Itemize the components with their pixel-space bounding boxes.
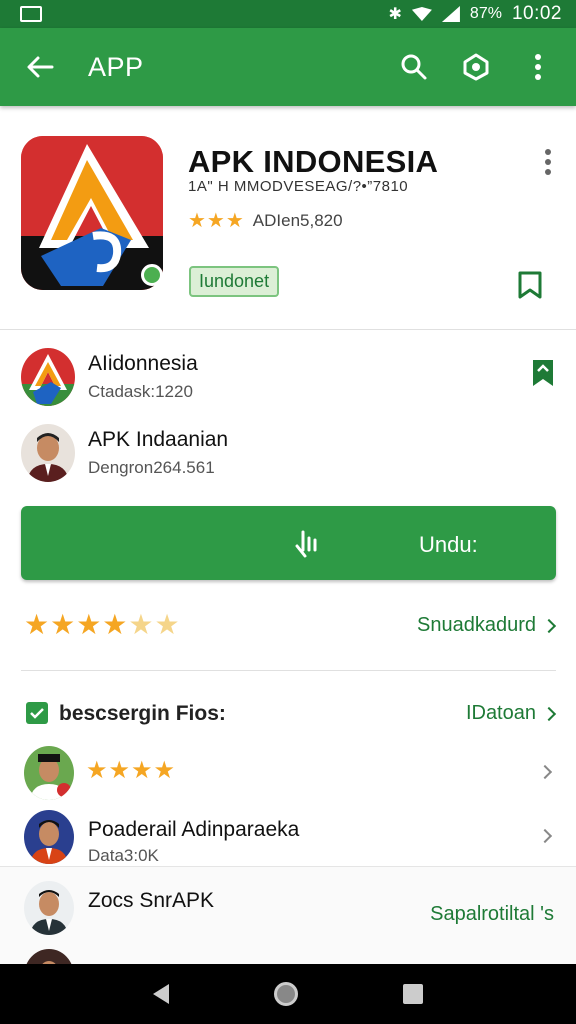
- nav-home-icon[interactable]: [273, 982, 298, 1006]
- app-name: APK INDONESIA: [188, 144, 439, 179]
- chevron-right-icon: [541, 706, 557, 721]
- chevron-right-icon: [541, 618, 557, 633]
- clock: 10:02: [511, 3, 562, 24]
- bookmark-icon: [518, 271, 542, 299]
- download-button[interactable]: Undu:: [21, 506, 556, 580]
- arrow-back-icon: [27, 56, 54, 78]
- bluetooth-icon: ✱: [388, 6, 402, 23]
- developer-row[interactable]: APK Indaanian Dengron264.561: [0, 416, 576, 492]
- reviewer-name: Zocs SnrAPK: [88, 889, 215, 912]
- overflow-menu-button[interactable]: [518, 47, 558, 87]
- header-more-button[interactable]: [534, 146, 562, 178]
- check-icon: [26, 702, 48, 724]
- bottom-card: Zocs SnrAPK Sapalrotiltal 's: [0, 866, 576, 1003]
- online-indicator: [141, 264, 163, 286]
- app-subtitle: 1A" H MMODVESEAG/?•”7810: [188, 178, 409, 195]
- review-stars: ★★★★: [86, 757, 177, 784]
- download-label: Undu:: [419, 532, 478, 557]
- app-rating: ★★★ ADIen5,820: [188, 208, 343, 233]
- app-bar-title: APP: [88, 51, 144, 82]
- status-bar: ✱ 87% 10:02: [0, 0, 576, 28]
- ratings-link[interactable]: Snuadkadurd: [417, 614, 557, 637]
- extension-icon: [463, 53, 489, 81]
- developer-logo: [21, 348, 75, 406]
- more-vert-icon: [545, 149, 551, 175]
- developer-avatar: [21, 424, 75, 482]
- bookmark-button[interactable]: [514, 268, 546, 302]
- nav-back-icon[interactable]: [152, 984, 169, 1004]
- review-item[interactable]: Zocs SnrAPK Sapalrotiltal 's: [0, 877, 576, 945]
- touch-icon: [295, 530, 317, 558]
- review-item[interactable]: ★★★★: [0, 742, 576, 810]
- divider: [21, 670, 556, 671]
- back-button[interactable]: [22, 49, 58, 85]
- badge-icon: [530, 358, 556, 388]
- rating-stars: ★★★: [188, 210, 245, 232]
- developer-name: APK Indaanian: [88, 428, 229, 451]
- reviews-title: bescsergin Fios:: [59, 702, 226, 725]
- reviews-see-all-link[interactable]: IDatoan: [466, 702, 557, 725]
- search-button[interactable]: [394, 47, 434, 87]
- reviewer-avatar: [24, 881, 74, 935]
- reviews-header: bescsergin Fios: IDatoan: [0, 690, 576, 738]
- rating-text: ADIen5,820: [252, 210, 343, 230]
- review-item[interactable]: Poaderail Adinparaeka Data3:0K: [0, 806, 576, 874]
- more-vert-icon: [535, 54, 541, 80]
- rating-summary: ★★★★★★ Snuadkadurd: [0, 600, 576, 660]
- wifi-icon: [411, 7, 432, 21]
- app-header: APK INDONESIA 1A" H MMODVESEAG/?•”7810 ★…: [0, 106, 576, 330]
- app-bar: APP: [0, 28, 576, 106]
- developer-subtitle: Ctadask:1220: [88, 382, 193, 401]
- rating-stars-large: ★★★★★★: [24, 609, 181, 640]
- reviewer-name: Poaderail Adinparaeka: [88, 818, 300, 841]
- extension-button[interactable]: [456, 47, 496, 87]
- reviewer-subtitle: Data3:0K: [88, 846, 159, 865]
- search-icon: [401, 54, 427, 80]
- app-logo-icon: [21, 136, 163, 290]
- notification-icon: [20, 6, 42, 22]
- reviewer-avatar: [24, 746, 74, 800]
- developer-name: AIidonnesia: [88, 352, 198, 375]
- nav-recents-icon[interactable]: [403, 984, 424, 1004]
- category-chip[interactable]: Iundonet: [189, 266, 280, 297]
- battery-text: 87%: [469, 5, 502, 22]
- developer-subtitle: Dengron264.561: [88, 458, 215, 477]
- reviewer-avatar: [24, 810, 74, 864]
- chevron-right-icon: [537, 764, 553, 782]
- developer-row[interactable]: AIidonnesia Ctadask:1220: [0, 340, 576, 416]
- reviewer-link[interactable]: Sapalrotiltal 's: [430, 903, 554, 926]
- signal-icon: [441, 6, 460, 22]
- chevron-right-icon: [537, 828, 553, 846]
- system-nav-bar: [0, 964, 576, 1024]
